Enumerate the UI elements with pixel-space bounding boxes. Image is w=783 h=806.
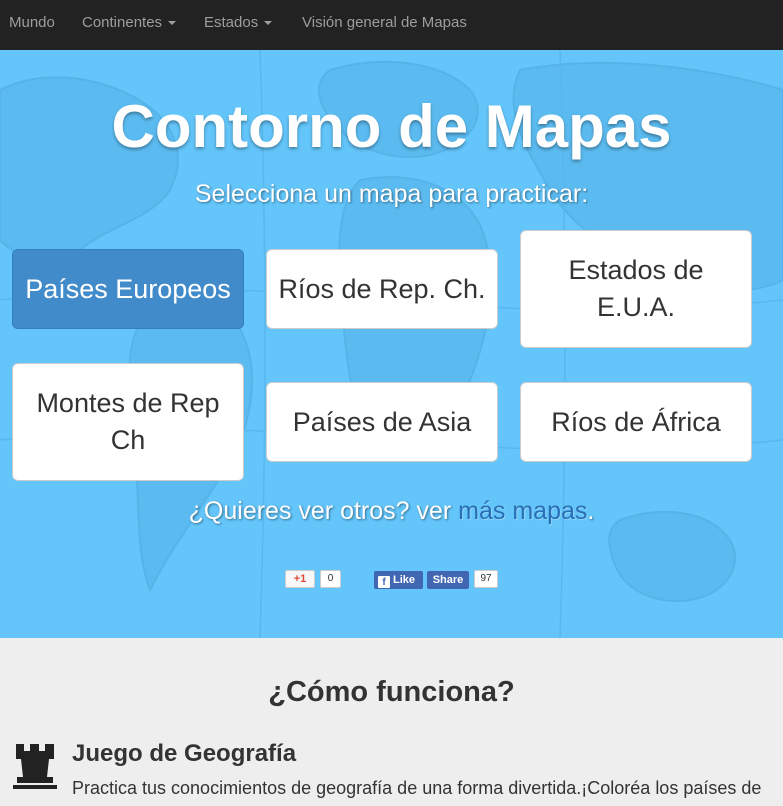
share-label: Share	[432, 574, 464, 586]
map-button-paises-europeos[interactable]: Países Europeos	[12, 249, 244, 329]
google-plus-button[interactable]: +1	[285, 570, 315, 588]
nav-label: Mundo	[9, 14, 55, 31]
map-button-montes-rep-ch[interactable]: Montes de Rep Ch	[12, 363, 244, 481]
facebook-like-button[interactable]: f Like	[374, 571, 423, 589]
map-button-rios-rep-ch[interactable]: Ríos de Rep. Ch.	[266, 249, 498, 329]
more-maps-suffix: .	[587, 497, 595, 525]
map-button-label: Ríos de Rep. Ch.	[278, 273, 486, 304]
facebook-count-value: 97	[480, 573, 492, 584]
like-label: Like	[393, 574, 416, 586]
gplus-count-value: 0	[327, 573, 334, 584]
map-button-label: Ríos de África	[551, 406, 721, 437]
map-button-label: Montes de Rep Ch	[36, 388, 220, 455]
caret-down-icon	[168, 21, 177, 26]
facebook-share-button[interactable]: Share	[427, 571, 469, 589]
nav-item-vision-general[interactable]: Visión general de Mapas	[302, 0, 467, 46]
how-it-works-title: ¿Cómo funciona?	[268, 676, 515, 708]
more-maps-text: ¿Quieres ver otros? ver más mapas.	[0, 497, 783, 526]
map-button-rios-africa[interactable]: Ríos de África	[520, 382, 752, 462]
nav-label: Visión general de Mapas	[302, 14, 467, 31]
page-title: Contorno de Mapas	[111, 93, 672, 160]
nav-item-continentes[interactable]: Continentes	[82, 0, 177, 46]
rook-icon	[13, 744, 57, 789]
more-maps-link[interactable]: más mapas	[458, 497, 587, 525]
hero-section: Contorno de Mapas Selecciona un mapa par…	[0, 50, 783, 638]
facebook-count: 97	[474, 570, 498, 588]
feature-title: Juego de Geografía	[72, 740, 297, 767]
map-button-label: Países Europeos	[25, 273, 231, 304]
nav-item-estados[interactable]: Estados	[204, 0, 273, 46]
map-button-paises-asia[interactable]: Países de Asia	[266, 382, 498, 462]
caret-down-icon	[264, 21, 273, 26]
map-button-estados-eua[interactable]: Estados de E.U.A.	[520, 230, 752, 348]
feature-description: Practica tus conocimientos de geografía …	[72, 778, 762, 798]
facebook-icon: f	[378, 576, 390, 588]
gplus-label: +1	[293, 573, 307, 585]
map-button-label: Países de Asia	[292, 406, 472, 437]
more-maps-prefix: ¿Quieres ver otros? ver	[188, 497, 459, 525]
nav-item-mundo[interactable]: Mundo	[9, 0, 55, 46]
gplus-count: 0	[320, 570, 341, 588]
nav-label: Estados	[204, 14, 259, 31]
map-button-label: Estados de E.U.A.	[568, 255, 704, 322]
nav-label: Continentes	[82, 14, 163, 31]
top-navbar: Mundo Continentes Estados Visión general…	[0, 0, 783, 50]
page-subtitle: Selecciona un mapa para practicar:	[194, 180, 589, 208]
